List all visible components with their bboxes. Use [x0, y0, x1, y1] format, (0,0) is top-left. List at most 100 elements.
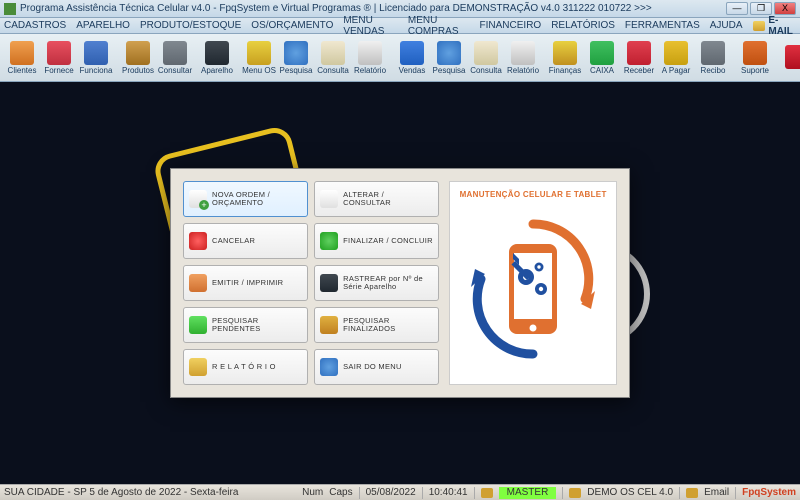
toolbar-pagar[interactable]: A Pagar: [658, 36, 694, 80]
recibo-icon: [701, 41, 725, 65]
status-email-icon: [686, 488, 698, 498]
toolbar-pesquisa[interactable]: Pesquisa: [278, 36, 314, 80]
menu-ajuda[interactable]: AJUDA: [710, 20, 743, 31]
toolbar-relatorio[interactable]: Relatório: [352, 36, 388, 80]
close-button[interactable]: X: [774, 2, 796, 15]
toolbar-fornece[interactable]: Fornece: [41, 36, 77, 80]
app-icon: [4, 3, 16, 15]
menu-ferramentas[interactable]: FERRAMENTAS: [625, 20, 700, 31]
status-email: Email: [704, 487, 729, 498]
dialog-btn-rel[interactable]: R E L A T Ó R I O: [183, 349, 308, 385]
dialog-btn-edit[interactable]: ALTERAR / CONSULTAR: [314, 181, 439, 217]
menu-menucompras[interactable]: MENU COMPRAS: [408, 15, 470, 37]
aparelho-icon: [205, 41, 229, 65]
menu-menuvendas[interactable]: MENU VENDAS: [343, 15, 398, 37]
toolbar-sair[interactable]: [779, 36, 800, 80]
menu-dialog: NOVA ORDEM / ORÇAMENTOALTERAR / CONSULTA…: [170, 168, 630, 398]
done-icon: [320, 316, 338, 334]
menu-relatrios[interactable]: RELATÓRIOS: [551, 20, 615, 31]
dialog-btn-track[interactable]: RASTREAR por Nº de Série Aparelho: [314, 265, 439, 301]
fornece-icon: [47, 41, 71, 65]
pesquisa-icon: [437, 41, 461, 65]
financas-icon: [553, 41, 577, 65]
sair-icon: [785, 45, 800, 69]
status-db: DEMO OS CEL 4.0: [587, 487, 673, 498]
toolbar-financas[interactable]: Finanças: [547, 36, 583, 80]
pend-icon: [189, 316, 207, 334]
titlebar-text: Programa Assistência Técnica Celular v4.…: [20, 3, 726, 14]
window-controls: — ❐ X: [726, 2, 796, 15]
relatorio-icon: [511, 41, 535, 65]
receber-icon: [627, 41, 651, 65]
status-time: 10:40:41: [429, 487, 468, 498]
exit-icon: [320, 358, 338, 376]
caixa-icon: [590, 41, 614, 65]
status-caps: Caps: [329, 487, 352, 498]
vendas-icon: [400, 41, 424, 65]
dialog-title: MANUTENÇÃO CELULAR E TABLET: [460, 190, 607, 199]
dialog-btn-pend[interactable]: PESQUISAR PENDENTES: [183, 307, 308, 343]
dialog-logo-panel: MANUTENÇÃO CELULAR E TABLET: [449, 181, 617, 385]
pagar-icon: [664, 41, 688, 65]
consulta-icon: [474, 41, 498, 65]
cancel-icon: [189, 232, 207, 250]
suporte-icon: [743, 41, 767, 65]
toolbar-receber[interactable]: Receber: [621, 36, 657, 80]
funciona-icon: [84, 41, 108, 65]
minimize-button[interactable]: —: [726, 2, 748, 15]
dialog-buttons: NOVA ORDEM / ORÇAMENTOALTERAR / CONSULTA…: [183, 181, 439, 385]
dialog-btn-done[interactable]: PESQUISAR FINALIZADOS: [314, 307, 439, 343]
dialog-btn-cancel[interactable]: CANCELAR: [183, 223, 308, 259]
toolbar-consultar[interactable]: Consultar: [157, 36, 193, 80]
edit-icon: [320, 190, 338, 208]
toolbar-consulta[interactable]: Consulta: [468, 36, 504, 80]
status-location: SUA CIDADE - SP 5 de Agosto de 2022 - Se…: [4, 487, 238, 498]
rel-icon: [189, 358, 207, 376]
toolbar-clientes[interactable]: Clientes: [4, 36, 40, 80]
dialog-btn-final[interactable]: FINALIZAR / CONCLUIR: [314, 223, 439, 259]
status-db-icon: [569, 488, 581, 498]
toolbar-relatorio[interactable]: Relatório: [505, 36, 541, 80]
pesquisa-icon: [284, 41, 308, 65]
produtos-icon: [126, 41, 150, 65]
menuos-icon: [247, 41, 271, 65]
toolbar: ClientesForneceFuncionaProdutosConsultar…: [0, 34, 800, 82]
titlebar: Programa Assistência Técnica Celular v4.…: [0, 0, 800, 18]
track-icon: [320, 274, 338, 292]
toolbar-aparelho[interactable]: Aparelho: [199, 36, 235, 80]
menu-cadastros[interactable]: CADASTROS: [4, 20, 66, 31]
toolbar-recibo[interactable]: Recibo: [695, 36, 731, 80]
toolbar-suporte[interactable]: Suporte: [737, 36, 773, 80]
print-icon: [189, 274, 207, 292]
dialog-btn-new[interactable]: NOVA ORDEM / ORÇAMENTO: [183, 181, 308, 217]
workspace: NOVA ORDEM / ORÇAMENTOALTERAR / CONSULTA…: [0, 82, 800, 484]
maximize-button[interactable]: ❐: [750, 2, 772, 15]
toolbar-menuos[interactable]: Menu OS: [241, 36, 277, 80]
maintenance-logo-icon: [463, 209, 603, 369]
relatorio-icon: [358, 41, 382, 65]
status-brand: FpqSystem: [742, 487, 796, 498]
toolbar-funciona[interactable]: Funciona: [78, 36, 114, 80]
menu-osoramento[interactable]: OS/ORÇAMENTO: [251, 20, 333, 31]
status-user-icon: [481, 488, 493, 498]
toolbar-vendas[interactable]: Vendas: [394, 36, 430, 80]
new-icon: [189, 190, 207, 208]
menu-financeiro[interactable]: FINANCEIRO: [480, 20, 542, 31]
status-user: MASTER: [499, 487, 557, 499]
dialog-btn-exit[interactable]: SAIR DO MENU: [314, 349, 439, 385]
toolbar-consulta[interactable]: Consulta: [315, 36, 351, 80]
consulta-icon: [321, 41, 345, 65]
menu-email[interactable]: E-MAIL: [753, 15, 796, 37]
toolbar-caixa[interactable]: CAIXA: [584, 36, 620, 80]
final-icon: [320, 232, 338, 250]
toolbar-produtos[interactable]: Produtos: [120, 36, 156, 80]
clientes-icon: [10, 41, 34, 65]
menu-aparelho[interactable]: APARELHO: [76, 20, 130, 31]
menubar: CADASTROS APARELHO PRODUTO/ESTOQUE OS/ORÇAM…: [0, 18, 800, 34]
menu-produtoestoque[interactable]: PRODUTO/ESTOQUE: [140, 20, 241, 31]
dialog-btn-print[interactable]: EMITIR / IMPRIMIR: [183, 265, 308, 301]
consultar-icon: [163, 41, 187, 65]
toolbar-pesquisa[interactable]: Pesquisa: [431, 36, 467, 80]
statusbar: SUA CIDADE - SP 5 de Agosto de 2022 - Se…: [0, 484, 800, 500]
email-icon: [753, 21, 766, 31]
